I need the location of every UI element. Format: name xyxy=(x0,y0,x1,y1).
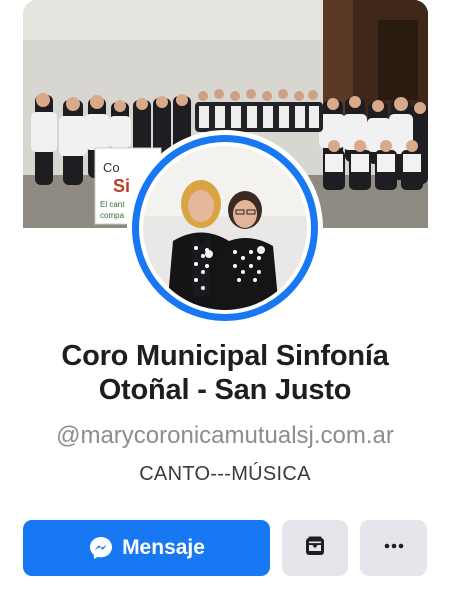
banner-line2: Si xyxy=(113,176,130,196)
banner-line4: compa xyxy=(100,211,125,220)
banner-line3: El cant xyxy=(100,200,125,209)
avatar-image xyxy=(143,146,307,310)
more-button[interactable] xyxy=(360,520,427,576)
banner-line1: Co xyxy=(103,160,120,175)
messenger-icon xyxy=(88,535,114,561)
message-button[interactable]: Mensaje xyxy=(23,520,270,576)
profile-category[interactable]: CANTO---MÚSICA xyxy=(0,463,450,486)
message-button-label: Mensaje xyxy=(122,536,205,559)
bookmark-box-icon xyxy=(303,534,327,563)
more-dots-icon xyxy=(382,534,406,563)
profile-handle: @marycoronicamutualsj.com.ar xyxy=(56,422,394,449)
save-button[interactable] xyxy=(282,520,348,576)
profile-page: Co Si El cant compa Coro Municipal Sinfo… xyxy=(0,0,450,595)
profile-avatar[interactable] xyxy=(127,130,323,326)
page-title: Coro Municipal Sinfonía Otoñal - San Jus… xyxy=(0,339,450,407)
page-title-line2: Otoñal - San Justo xyxy=(98,374,352,406)
story-ring xyxy=(132,135,318,321)
page-title-line1: Coro Municipal Sinfonía xyxy=(61,340,389,372)
avatar-photo xyxy=(139,142,311,314)
